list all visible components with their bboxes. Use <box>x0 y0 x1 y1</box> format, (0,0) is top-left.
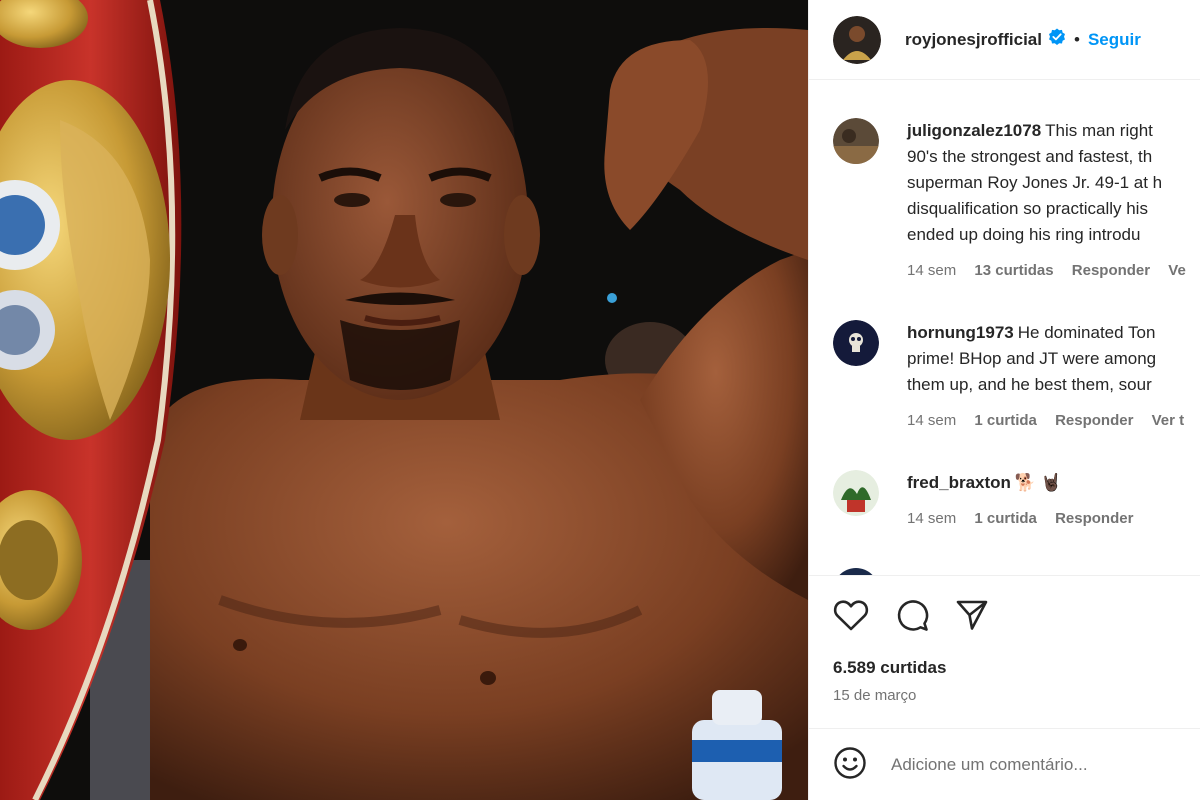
reply-button[interactable]: Responder <box>1072 262 1150 279</box>
heart-icon[interactable] <box>833 598 869 637</box>
commenter-avatar[interactable] <box>833 470 879 516</box>
comment-meta: 14 sem 1 curtida Responder <box>907 510 1200 527</box>
comment-bubble-icon[interactable] <box>895 598 929 637</box>
follow-button[interactable]: Seguir <box>1088 30 1141 50</box>
comment-text-line: ended up doing his ring introdu <box>907 225 1141 244</box>
comment-time[interactable]: 14 sem <box>907 412 956 429</box>
comment-likes[interactable]: 13 curtidas <box>974 262 1053 279</box>
comment-likes[interactable]: 1 curtida <box>974 510 1037 527</box>
comment-text-line: them up, and he best them, sour <box>907 375 1152 394</box>
comment-username[interactable]: hornung1973 <box>907 323 1014 342</box>
comment-item: hornung1973 He dominated Ton prime! BHop … <box>833 320 1200 429</box>
comment-meta: 14 sem 13 curtidas Responder Ve <box>907 262 1200 279</box>
add-comment-bar <box>809 728 1200 800</box>
reply-button[interactable]: Responder <box>1055 412 1133 429</box>
translate-button[interactable]: Ver t <box>1152 412 1185 429</box>
comment-likes[interactable]: 1 curtida <box>974 412 1037 429</box>
author-username[interactable]: royjonesjrofficial <box>905 30 1042 50</box>
author-avatar[interactable] <box>833 15 881 64</box>
comment-username[interactable]: fred_braxton <box>907 473 1011 492</box>
post-photo[interactable] <box>0 0 808 800</box>
smiley-icon[interactable] <box>833 746 867 785</box>
comment-meta: 14 sem 1 curtida Responder Ver t <box>907 412 1200 429</box>
post-date[interactable]: 15 de março <box>833 687 916 704</box>
commenter-avatar[interactable] <box>833 568 879 575</box>
comment-text-line: prime! BHop and JT were among <box>907 349 1157 368</box>
header-separator: • <box>1073 29 1080 49</box>
comment-input[interactable] <box>891 755 1191 775</box>
post-header: royjonesjrofficial • Seguir <box>809 0 1200 80</box>
send-icon[interactable] <box>955 598 989 637</box>
boxer-photo-illustration <box>0 0 808 800</box>
comment-text-line: 90's the strongest and fastest, th <box>907 147 1153 166</box>
translate-button[interactable]: Ve <box>1168 262 1186 279</box>
commenter-avatar[interactable] <box>833 118 879 164</box>
comment-text-line: He dominated Ton <box>1017 323 1156 342</box>
commenter-avatar[interactable] <box>833 320 879 366</box>
like-count[interactable]: 6.589 curtidas <box>833 658 946 678</box>
post-actions: 6.589 curtidas 15 de março <box>809 575 1200 800</box>
comment-item: fred_braxton 🐕 🤘🏿 14 sem 1 curtida Respon… <box>833 470 1200 527</box>
comment-username[interactable]: juligonzalez1078 <box>907 121 1041 140</box>
comment-time[interactable]: 14 sem <box>907 262 956 279</box>
verified-badge-icon <box>1048 28 1066 51</box>
comment-text-line: superman Roy Jones Jr. 49-1 at h <box>907 173 1163 192</box>
comment-text-line: 🐕 🤘🏿 <box>1014 473 1062 492</box>
action-icons <box>833 598 1015 637</box>
post-side-panel: royjonesjrofficial • Seguir juligonzalez… <box>808 0 1200 800</box>
comments-list[interactable]: juligonzalez1078 This man right 90's the … <box>809 80 1200 575</box>
comment-item: juligonzalez1078 This man right 90's the … <box>833 118 1200 279</box>
comment-text-line: This man right <box>1045 121 1153 140</box>
comment-time[interactable]: 14 sem <box>907 510 956 527</box>
reply-button[interactable]: Responder <box>1055 510 1133 527</box>
comment-text-line: disqualification so practically his <box>907 199 1148 218</box>
